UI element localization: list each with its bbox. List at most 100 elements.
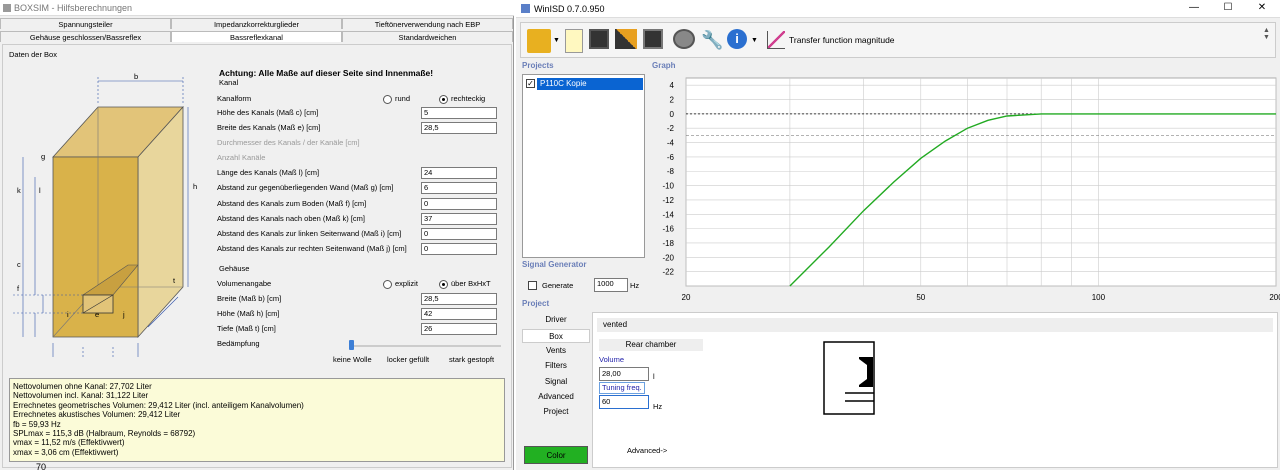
projects-label: Projects bbox=[522, 61, 554, 70]
nav-driver[interactable]: Driver bbox=[522, 313, 590, 327]
field-label-diameter: Durchmesser des Kanals / der Kanäle [cm] bbox=[217, 138, 360, 147]
plot-area bbox=[685, 77, 1277, 287]
radio-bxhxt[interactable] bbox=[439, 280, 448, 289]
field-j[interactable]: 0 bbox=[421, 243, 497, 255]
boxsim-titlebar: BOXSIM - Hilfsberechnungen bbox=[0, 0, 514, 16]
color-button[interactable]: Color bbox=[524, 446, 588, 464]
nav-box[interactable]: Box bbox=[522, 329, 590, 343]
field-f[interactable]: 0 bbox=[421, 198, 497, 210]
radio-bxhxt-label: über BxHxT bbox=[451, 279, 491, 288]
field-breite[interactable]: 28,5 bbox=[421, 293, 497, 305]
tab-bassreflexkanal[interactable]: Bassreflexkanal bbox=[171, 31, 342, 42]
toolbar: ▼ 🔧 i ▼ Transfer function magnitude ▲ ▼ bbox=[520, 22, 1276, 58]
field-e[interactable]: 28,5 bbox=[421, 122, 497, 134]
save-icon[interactable] bbox=[589, 29, 609, 49]
field-l[interactable]: 24 bbox=[421, 167, 497, 179]
nav-filters[interactable]: Filters bbox=[522, 359, 590, 373]
radio-rund-label: rund bbox=[395, 94, 411, 103]
result-line: Errechnetes geometrisches Volumen: 29,41… bbox=[13, 400, 304, 410]
field-label-count: Anzahl Kanäle bbox=[217, 153, 266, 162]
tab-gehaeuse[interactable]: Gehäuse geschlossen/Bassreflex bbox=[0, 31, 171, 42]
transfer-function-icon[interactable] bbox=[767, 31, 785, 49]
nav-project[interactable]: Project bbox=[522, 405, 590, 419]
y-tick-label: -10 bbox=[662, 182, 674, 191]
results-box: Nettovolumen ohne Kanal: 27,702 Liter Ne… bbox=[9, 378, 505, 462]
info-dropdown-icon[interactable]: ▼ bbox=[751, 37, 758, 44]
dim-label-k: k bbox=[17, 186, 21, 195]
dropdown-arrow-icon[interactable]: ▼ bbox=[553, 37, 560, 44]
field-g[interactable]: 6 bbox=[421, 182, 497, 194]
folder-open-icon[interactable] bbox=[527, 29, 551, 53]
y-tick-label: -18 bbox=[662, 239, 674, 248]
dim-label-j: j bbox=[123, 310, 125, 319]
volume-input[interactable]: 28,00 bbox=[599, 367, 649, 381]
generate-checkbox[interactable] bbox=[528, 281, 537, 290]
dim-label-i: i bbox=[67, 310, 69, 319]
vented-box-schematic bbox=[823, 341, 875, 415]
volumen-label: Volumenangabe bbox=[217, 279, 272, 288]
y-tick-label: 2 bbox=[670, 96, 675, 105]
advanced-link[interactable]: Advanced-> bbox=[627, 445, 667, 457]
tab-spannungsteiler[interactable]: Spannungsteiler bbox=[0, 18, 171, 29]
wrench-icon[interactable]: 🔧 bbox=[701, 29, 723, 53]
radio-explizit-label: explizit bbox=[395, 279, 418, 288]
kanal-heading: Kanal bbox=[219, 78, 239, 87]
radio-rund[interactable] bbox=[383, 95, 392, 104]
tab-standardweichen[interactable]: Standardweichen bbox=[342, 31, 513, 42]
y-tick-label: -12 bbox=[662, 196, 674, 205]
speaker-driver-icon[interactable] bbox=[673, 29, 695, 49]
field-tiefe[interactable]: 26 bbox=[421, 323, 497, 335]
y-tick-label: -14 bbox=[662, 210, 674, 219]
radio-rechteckig[interactable] bbox=[439, 95, 448, 104]
signal-generator-label: Signal Generator bbox=[522, 260, 587, 269]
transfer-function-label[interactable]: Transfer function magnitude bbox=[789, 34, 895, 46]
tab-tieftoener[interactable]: Tieftönerverwendung nach EBP bbox=[342, 18, 513, 29]
nav-vents[interactable]: Vents bbox=[522, 344, 590, 358]
field-label-i: Abstand des Kanals zur linken Seitenwand… bbox=[217, 229, 402, 238]
field-c[interactable]: 5 bbox=[421, 107, 497, 119]
boxsim-window: BOXSIM - Hilfsberechnungen Spannungsteil… bbox=[0, 0, 514, 470]
tuning-input[interactable]: 60 bbox=[599, 395, 649, 409]
new-document-icon[interactable] bbox=[565, 29, 583, 53]
project-item[interactable]: P110C Kopie bbox=[537, 78, 643, 90]
dim-label-l: l bbox=[39, 186, 41, 195]
field-hoehe[interactable]: 42 bbox=[421, 308, 497, 320]
save-all-icon[interactable] bbox=[643, 29, 663, 49]
minimize-button[interactable]: — bbox=[1180, 0, 1208, 16]
tuning-label: Tuning freq. bbox=[599, 382, 645, 394]
warning-text: Achtung: Alle Maße auf dieser Seite sind… bbox=[219, 68, 434, 78]
dim-label-t: t bbox=[173, 276, 176, 285]
daempfung-slider-thumb[interactable] bbox=[349, 340, 354, 350]
field-k[interactable]: 37 bbox=[421, 213, 497, 225]
field-i[interactable]: 0 bbox=[421, 228, 497, 240]
field-label-g: Abstand zur gegenüberliegenden Wand (Maß… bbox=[217, 183, 394, 192]
radio-explizit[interactable] bbox=[383, 280, 392, 289]
daempfung-c: stark gestopft bbox=[449, 355, 495, 364]
main-panel: Daten der Box b g k l h c f t i e j Acht… bbox=[2, 44, 512, 468]
y-tick-label: -4 bbox=[667, 139, 675, 148]
rear-chamber-label: Rear chamber bbox=[599, 339, 703, 351]
cut-off-text: 70 bbox=[36, 462, 47, 470]
group-label: Daten der Box bbox=[9, 50, 57, 59]
freq-input[interactable]: 1000 bbox=[594, 278, 628, 292]
tab-impedanz[interactable]: Impedanzkorrekturglieder bbox=[171, 18, 342, 29]
result-line: vmax = 11,52 m/s (Effektivwert) bbox=[13, 438, 125, 448]
y-tick-label: -6 bbox=[667, 153, 675, 162]
gehaeuse-heading: Gehäuse bbox=[219, 264, 250, 273]
close-button[interactable]: ✕ bbox=[1248, 0, 1276, 16]
y-tick-label: -20 bbox=[662, 253, 674, 262]
tab-row-1: Spannungsteiler Impedanzkorrekturglieder… bbox=[0, 18, 513, 29]
winisd-titlebar: WinISD 0.7.0.950 — ☐ ✕ bbox=[516, 0, 1280, 18]
nav-signal[interactable]: Signal bbox=[522, 375, 590, 389]
field-label-l: Länge des Kanals (Maß l) [cm] bbox=[217, 168, 320, 177]
daempfung-b: locker gefüllt bbox=[387, 355, 430, 364]
info-icon[interactable]: i bbox=[727, 29, 747, 49]
maximize-button[interactable]: ☐ bbox=[1214, 0, 1242, 16]
project-checkbox[interactable]: ✓ bbox=[526, 79, 535, 88]
toolbar-overflow-icon[interactable]: ▲ ▼ bbox=[1263, 27, 1270, 41]
pencil-save-icon[interactable] bbox=[615, 29, 637, 49]
nav-advanced[interactable]: Advanced bbox=[522, 390, 590, 404]
field-label-j: Abstand des Kanals zur rechten Seitenwan… bbox=[217, 244, 407, 253]
volume-label: Volume bbox=[599, 355, 625, 364]
dim-label-c: c bbox=[17, 260, 21, 269]
